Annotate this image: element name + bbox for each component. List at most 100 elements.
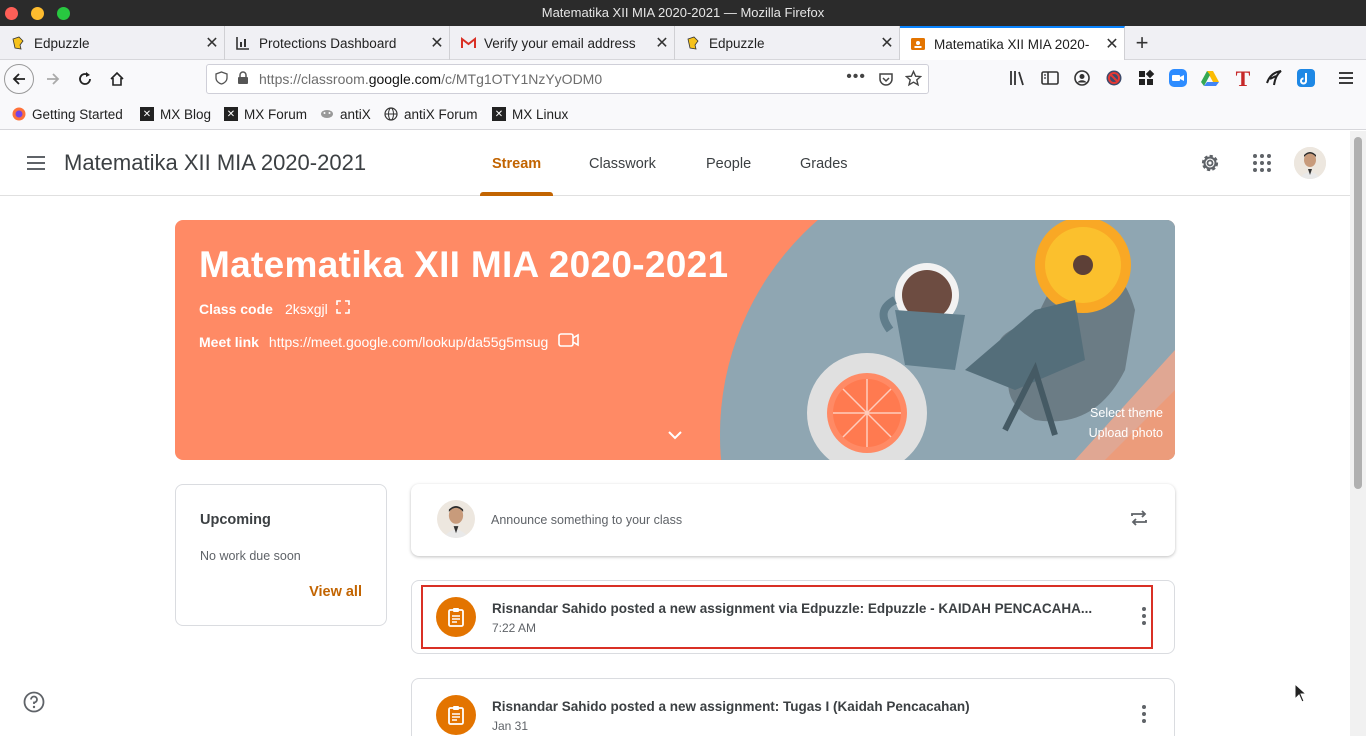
browser-tab-edpuzzle-2[interactable]: Edpuzzle ✕ xyxy=(675,26,900,60)
close-tab-icon[interactable]: ✕ xyxy=(200,33,224,53)
sidebar-icon[interactable] xyxy=(1040,68,1062,90)
upcoming-card: Upcoming No work due soon View all xyxy=(175,484,387,626)
upcoming-title: Upcoming xyxy=(200,512,271,528)
apps-extension-icon[interactable] xyxy=(1136,68,1158,90)
blocker-extension-icon[interactable] xyxy=(1104,68,1126,90)
antix-icon xyxy=(320,107,334,121)
help-icon[interactable] xyxy=(23,691,45,718)
mx-icon: ✕ xyxy=(224,107,238,121)
page-actions-ellipsis-icon[interactable]: ••• xyxy=(846,68,866,86)
google-drive-icon[interactable] xyxy=(1200,68,1222,90)
browser-tab-protections[interactable]: Protections Dashboard ✕ xyxy=(225,26,450,60)
bookmark-star-icon[interactable] xyxy=(904,69,923,90)
browser-tab-classroom[interactable]: Matematika XII MIA 2020- ✕ xyxy=(900,26,1125,60)
pocket-icon[interactable] xyxy=(878,71,894,90)
back-arrow-icon[interactable] xyxy=(4,64,34,94)
announce-placeholder[interactable]: Announce something to your class xyxy=(491,513,682,527)
close-tab-icon[interactable]: ✕ xyxy=(425,33,449,53)
more-vert-icon[interactable] xyxy=(1142,705,1146,728)
tab-grades[interactable]: Grades xyxy=(788,131,860,196)
minimize-window-button[interactable] xyxy=(31,7,44,20)
hamburger-menu-icon[interactable] xyxy=(1336,68,1358,90)
lock-icon[interactable] xyxy=(237,70,253,88)
shield-icon[interactable] xyxy=(215,70,231,88)
main-menu-icon[interactable] xyxy=(26,153,46,178)
bookmark-mx-linux[interactable]: ✕ MX Linux xyxy=(492,98,568,130)
globe-icon xyxy=(384,107,398,121)
bookmark-mx-blog[interactable]: ✕ MX Blog xyxy=(140,98,211,130)
bookmark-antix[interactable]: antiX xyxy=(320,98,371,130)
post-text[interactable]: Risnandar Sahido posted a new assignment… xyxy=(492,601,1092,616)
view-all-link[interactable]: View all xyxy=(309,584,362,600)
bookmark-antix-forum[interactable]: antiX Forum xyxy=(384,98,478,130)
tab-bar: Edpuzzle ✕ Protections Dashboard ✕ Verif… xyxy=(0,26,1366,60)
gmail-icon xyxy=(460,35,476,51)
edpuzzle-icon xyxy=(685,35,701,51)
chevron-down-icon[interactable] xyxy=(667,428,683,446)
window-title: Matematika XII MIA 2020-2021 — Mozilla F… xyxy=(541,5,825,20)
text-extension-icon[interactable]: T xyxy=(1232,66,1254,91)
classroom-icon xyxy=(910,36,926,52)
browser-tab-edpuzzle-1[interactable]: Edpuzzle ✕ xyxy=(0,26,225,60)
video-camera-icon[interactable] xyxy=(558,332,580,351)
post-text[interactable]: Risnandar Sahido posted a new assignment… xyxy=(492,699,970,714)
post-time: 7:22 AM xyxy=(492,621,537,635)
assignment-icon xyxy=(436,695,476,735)
home-icon[interactable] xyxy=(102,64,132,94)
repost-icon[interactable] xyxy=(1129,508,1149,533)
upload-photo-link[interactable]: Upload photo xyxy=(1089,426,1163,440)
close-tab-icon[interactable]: ✕ xyxy=(650,33,674,53)
post-time: Jan 31 xyxy=(492,719,529,733)
banner-title[interactable]: Matematika XII MIA 2020-2021 xyxy=(199,244,728,286)
window-titlebar: Matematika XII MIA 2020-2021 — Mozilla F… xyxy=(0,0,1366,26)
upcoming-empty-text: No work due soon xyxy=(200,549,301,563)
reload-icon[interactable] xyxy=(70,64,100,94)
avatar[interactable] xyxy=(1294,147,1326,179)
tab-people[interactable]: People xyxy=(694,131,763,196)
maximize-window-button[interactable] xyxy=(57,7,70,20)
translate-extension-icon[interactable] xyxy=(1296,68,1318,90)
bookmark-getting-started[interactable]: Getting Started xyxy=(12,98,123,130)
new-tab-plus-icon[interactable]: + xyxy=(1128,29,1156,57)
edpuzzle-icon xyxy=(10,35,26,51)
chart-icon xyxy=(235,35,251,51)
class-title[interactable]: Matematika XII MIA 2020-2021 xyxy=(64,150,366,176)
google-apps-icon[interactable] xyxy=(1252,153,1272,178)
close-tab-icon[interactable]: ✕ xyxy=(875,33,899,53)
fullscreen-icon[interactable] xyxy=(335,300,350,317)
tab-classwork[interactable]: Classwork xyxy=(577,131,668,196)
browser-tab-gmail[interactable]: Verify your email address ✕ xyxy=(450,26,675,60)
class-code-row: Class code 2ksxgjl xyxy=(199,300,350,317)
zoom-extension-icon[interactable] xyxy=(1168,68,1190,90)
meet-link[interactable]: https://meet.google.com/lookup/da55g5msu… xyxy=(269,334,548,350)
bookmark-mx-forum[interactable]: ✕ MX Forum xyxy=(224,98,307,130)
page-scrollbar[interactable] xyxy=(1350,131,1366,736)
more-vert-icon[interactable] xyxy=(1142,607,1146,630)
mx-icon: ✕ xyxy=(140,107,154,121)
meet-link-row: Meet link https://meet.google.com/lookup… xyxy=(199,332,580,351)
library-icon[interactable] xyxy=(1008,68,1030,90)
stream-post[interactable]: Risnandar Sahido posted a new assignment… xyxy=(411,580,1175,654)
scrollbar-thumb[interactable] xyxy=(1354,137,1362,489)
avatar xyxy=(437,500,475,538)
close-window-button[interactable] xyxy=(5,7,18,20)
tab-stream[interactable]: Stream xyxy=(480,131,554,196)
announce-card[interactable]: Announce something to your class xyxy=(411,484,1175,556)
close-tab-icon[interactable]: ✕ xyxy=(1100,34,1124,54)
firefox-icon xyxy=(12,107,26,121)
bookmarks-toolbar: Getting Started ✕ MX Blog ✕ MX Forum ant… xyxy=(0,98,1366,130)
assignment-icon xyxy=(436,597,476,637)
classroom-app-bar: Matematika XII MIA 2020-2021 Stream Clas… xyxy=(0,131,1350,196)
stream-post[interactable]: Risnandar Sahido posted a new assignment… xyxy=(411,678,1175,736)
class-banner: Matematika XII MIA 2020-2021 Class code … xyxy=(175,220,1175,460)
settings-gear-icon[interactable] xyxy=(1198,151,1222,180)
highlight-box xyxy=(421,585,1153,649)
select-theme-link[interactable]: Select theme xyxy=(1090,406,1163,420)
account-icon[interactable] xyxy=(1072,68,1094,90)
class-code-value[interactable]: 2ksxgjl xyxy=(285,301,328,317)
mx-icon: ✕ xyxy=(492,107,506,121)
bird-extension-icon[interactable] xyxy=(1264,68,1286,90)
url-text: https://classroom.google.com/c/MTg1OTY1N… xyxy=(259,71,603,87)
url-bar[interactable]: https://classroom.google.com/c/MTg1OTY1N… xyxy=(206,64,929,94)
forward-arrow-icon[interactable] xyxy=(38,64,68,94)
